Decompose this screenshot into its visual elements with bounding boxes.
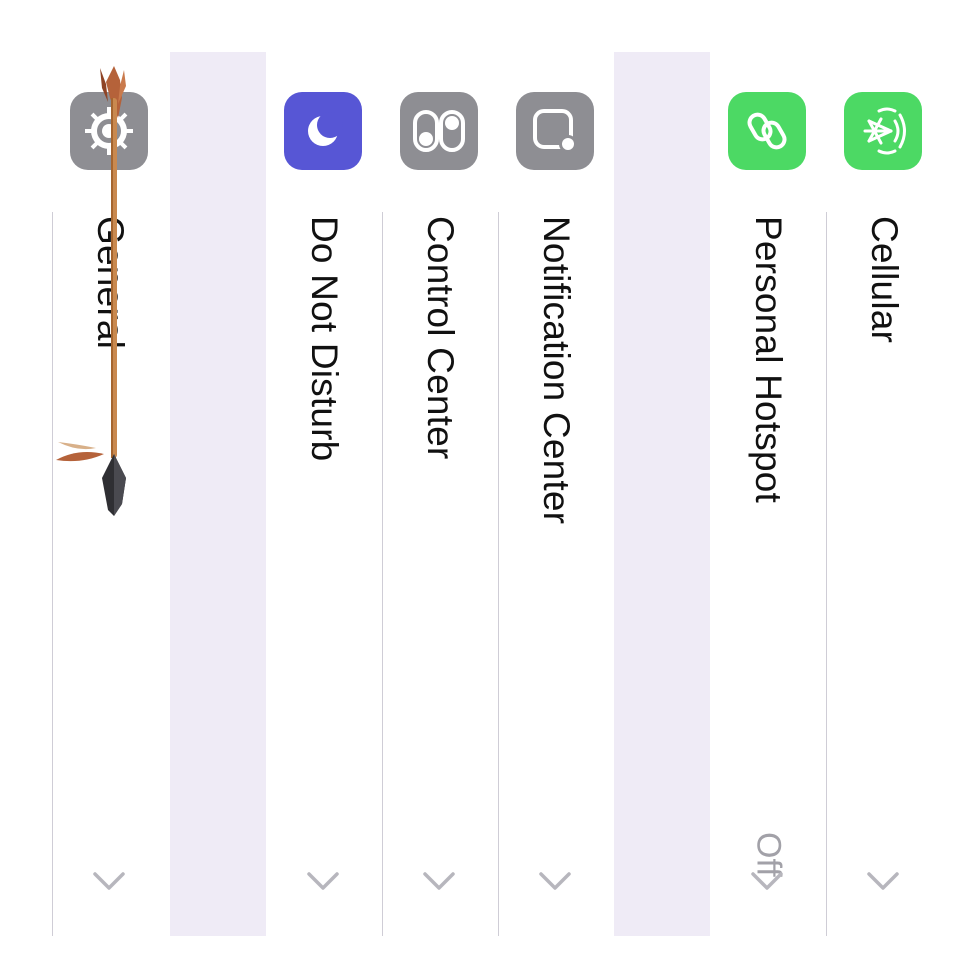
settings-row-general[interactable]: General [52, 52, 168, 936]
row-label: Notification Center [536, 216, 577, 525]
settings-row-control-center[interactable]: Control Center [382, 52, 498, 936]
row-separator [382, 212, 383, 936]
chevron-down-icon [539, 872, 571, 890]
moon-icon [284, 92, 362, 170]
chevron-down-icon [867, 872, 899, 890]
notification-icon [516, 92, 594, 170]
settings-row-personal-hotspot[interactable]: Personal Hotspot Off [710, 52, 826, 936]
antenna-icon [844, 92, 922, 170]
chevron-down-icon [751, 872, 783, 890]
link-icon [728, 92, 806, 170]
row-label: Personal Hotspot [748, 216, 789, 504]
row-separator [498, 212, 499, 936]
row-separator [826, 212, 827, 936]
row-label: Cellular [864, 216, 905, 344]
group-separator [614, 52, 710, 936]
row-label: Do Not Disturb [304, 216, 345, 462]
row-label: Control Center [420, 216, 461, 460]
chevron-down-icon [93, 872, 125, 890]
group-separator [170, 52, 266, 936]
row-label: General [90, 216, 131, 350]
settings-row-cellular[interactable]: Cellular [826, 52, 942, 936]
settings-row-do-not-disturb[interactable]: Do Not Disturb [266, 52, 382, 936]
settings-row-notification-center[interactable]: Notification Center [498, 52, 614, 936]
row-separator [52, 212, 53, 936]
settings-screen: General Do Not Disturb Control Center No… [0, 0, 980, 980]
toggles-icon [400, 92, 478, 170]
gear-icon [70, 92, 148, 170]
chevron-down-icon [423, 872, 455, 890]
chevron-down-icon [307, 872, 339, 890]
